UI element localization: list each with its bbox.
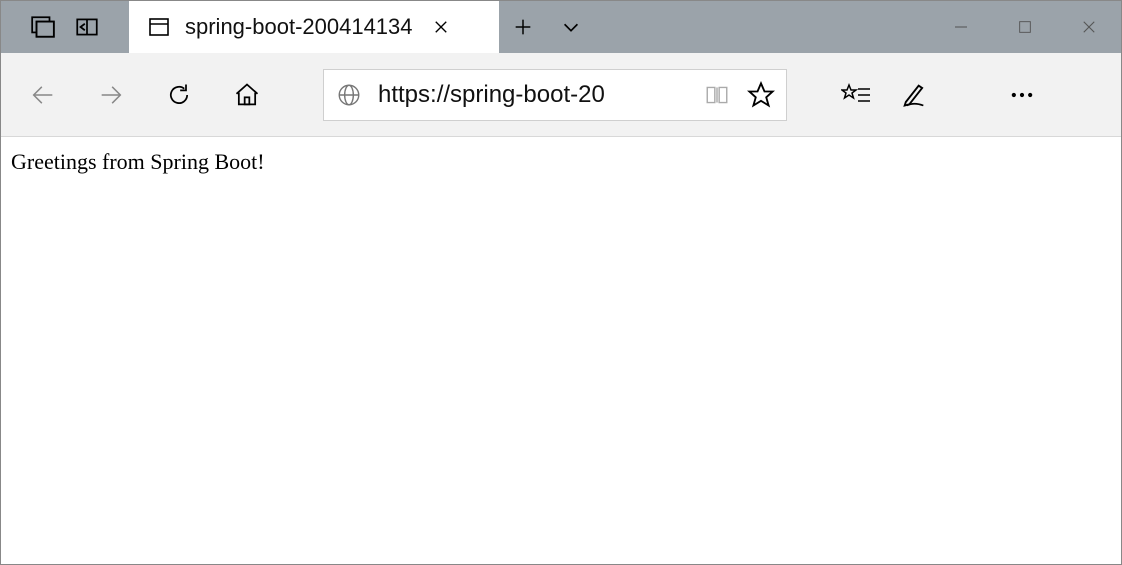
maximize-button[interactable] [993, 1, 1057, 53]
toolbar [1, 53, 1121, 137]
notes-icon[interactable] [899, 80, 929, 110]
page-icon [147, 15, 171, 39]
title-bar-left [1, 1, 129, 53]
set-aside-icon[interactable] [74, 14, 100, 40]
active-tab[interactable]: spring-boot-200414134 [129, 1, 499, 53]
tab-close-button[interactable] [427, 13, 455, 41]
more-menu-icon[interactable] [1007, 80, 1037, 110]
tab-title: spring-boot-200414134 [185, 14, 413, 40]
close-window-button[interactable] [1057, 1, 1121, 53]
minimize-button[interactable] [929, 1, 993, 53]
tabs-aside-icon[interactable] [30, 14, 56, 40]
address-bar[interactable] [323, 69, 787, 121]
page-content: Greetings from Spring Boot! [1, 137, 1121, 187]
title-bar: spring-boot-200414134 [1, 1, 1121, 53]
favorite-star-icon[interactable] [746, 80, 776, 110]
toolbar-right [841, 80, 1037, 110]
refresh-button[interactable] [161, 77, 197, 113]
forward-button[interactable] [93, 77, 129, 113]
reading-view-icon[interactable] [702, 80, 732, 110]
home-button[interactable] [229, 77, 265, 113]
window-controls [929, 1, 1121, 53]
new-tab-button[interactable] [499, 1, 547, 53]
body-text: Greetings from Spring Boot! [11, 149, 1111, 175]
nav-buttons [15, 77, 265, 113]
favorites-list-icon[interactable] [841, 80, 871, 110]
globe-icon [334, 80, 364, 110]
back-button[interactable] [25, 77, 61, 113]
tab-strip: spring-boot-200414134 [129, 1, 1121, 53]
tab-actions [499, 1, 595, 53]
url-input[interactable] [378, 81, 688, 109]
tab-dropdown-button[interactable] [547, 1, 595, 53]
